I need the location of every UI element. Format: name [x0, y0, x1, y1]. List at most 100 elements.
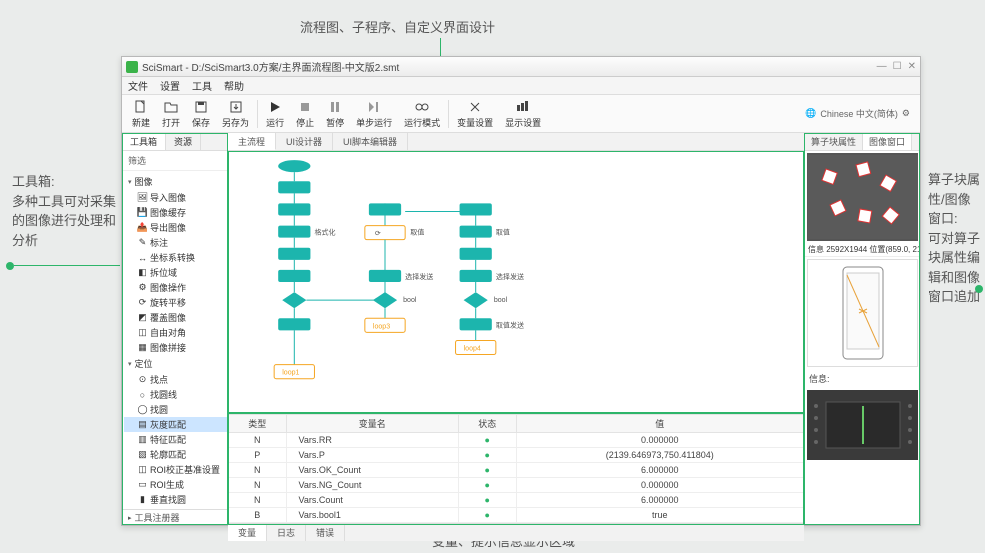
- minimize-button[interactable]: —: [877, 61, 887, 72]
- menubar: 文件 设置 工具 帮助: [122, 77, 920, 95]
- tree-item-label: 拆位域: [150, 266, 177, 279]
- tree-item[interactable]: ▧轮廓匹配: [124, 447, 227, 462]
- table-row[interactable]: BVars.bool1●true: [229, 508, 804, 523]
- tree-item-icon: ◫: [138, 328, 147, 337]
- tool-register[interactable]: 工具注册器: [122, 509, 227, 525]
- tree-item-label: 坐标系转换: [150, 251, 195, 264]
- svg-text:loop1: loop1: [282, 370, 299, 377]
- menu-settings[interactable]: 设置: [160, 78, 180, 93]
- tb-save[interactable]: 保存: [186, 99, 216, 129]
- flowchart-canvas[interactable]: 格式化 loop1: [228, 151, 804, 413]
- callout-dot-right: [975, 285, 983, 293]
- table-row[interactable]: NVars.Count●6.000000: [229, 493, 804, 508]
- table-row[interactable]: PVars.P●(2139.646973,750.411804): [229, 448, 804, 463]
- settings-gear-icon[interactable]: ⚙: [902, 108, 910, 119]
- svg-text:bool: bool: [494, 297, 508, 304]
- tree-item[interactable]: 📤导出图像: [124, 220, 227, 235]
- tree-item[interactable]: ⟳旋转平移: [124, 295, 227, 310]
- titlebar[interactable]: SciSmart - D:/SciSmart3.0方案/主界面流程图-中文版2.…: [122, 57, 920, 77]
- tree-item-label: 特征匹配: [150, 433, 186, 446]
- tab-mainflow[interactable]: 主流程: [228, 133, 276, 150]
- lang-icon[interactable]: 🌐: [805, 108, 816, 119]
- tree-item-icon: ▥: [138, 435, 147, 444]
- callout-dot-left: [6, 262, 14, 270]
- tree-section[interactable]: 定位: [124, 355, 227, 372]
- tb-stop[interactable]: 停止: [290, 99, 320, 129]
- tb-mode[interactable]: 运行模式: [398, 99, 446, 129]
- tab-operator-props[interactable]: 算子块属性: [805, 133, 863, 150]
- tree-item[interactable]: ▤灰度匹配: [124, 417, 227, 432]
- tab-resources[interactable]: 资源: [166, 133, 201, 150]
- tree-item[interactable]: ◫ROI校正基准设置: [124, 462, 227, 477]
- tb-open[interactable]: 打开: [156, 99, 186, 129]
- tab-error[interactable]: 错误: [306, 524, 345, 541]
- tree-item-label: 标注: [150, 236, 168, 249]
- tb-var[interactable]: 变量设置: [451, 99, 499, 129]
- variable-panel: 类型 变量名 状态 值 NVars.RR●0.000000PVars.P●(21…: [228, 413, 804, 525]
- tree-item-label: 垂直找圆: [150, 493, 186, 506]
- tb-pause[interactable]: 暂停: [320, 99, 350, 129]
- toolbox-tree[interactable]: 图像🖼导入图像💾图像缓存📤导出图像✎标注↔坐标系转换◧拆位域⚙图像操作⟳旋转平移…: [122, 171, 227, 509]
- tree-item[interactable]: ↔坐标系转换: [124, 250, 227, 265]
- menu-tools[interactable]: 工具: [192, 78, 212, 93]
- window-title: SciSmart - D:/SciSmart3.0方案/主界面流程图-中文版2.…: [142, 59, 399, 74]
- tb-run[interactable]: 运行: [260, 99, 290, 129]
- tree-item-icon: 🖼: [138, 193, 147, 202]
- tree-item[interactable]: ◫自由对角: [124, 325, 227, 340]
- image-preview-1[interactable]: [807, 153, 918, 241]
- tree-item[interactable]: ◯找圆: [124, 402, 227, 417]
- tab-log[interactable]: 日志: [267, 524, 306, 541]
- tb-saveas[interactable]: 另存为: [216, 99, 255, 129]
- tree-item[interactable]: ◧拆位域: [124, 265, 227, 280]
- tree-item[interactable]: 🖼导入图像: [124, 190, 227, 205]
- image-preview-2[interactable]: [807, 259, 918, 367]
- tree-item[interactable]: ▮垂直找圆: [124, 492, 227, 507]
- tree-item[interactable]: ⚙图像操作: [124, 280, 227, 295]
- tb-disp[interactable]: 显示设置: [499, 99, 547, 129]
- menu-file[interactable]: 文件: [128, 78, 148, 93]
- svg-text:选择发送: 选择发送: [405, 272, 433, 281]
- menu-help[interactable]: 帮助: [224, 78, 244, 93]
- tree-item-label: 找圆: [150, 403, 168, 416]
- maximize-button[interactable]: ☐: [893, 61, 902, 72]
- tree-item-icon: ◫: [138, 465, 147, 474]
- tab-toolbox[interactable]: 工具箱: [122, 133, 166, 150]
- tab-uidesigner[interactable]: UI设计器: [276, 133, 333, 150]
- tb-sep-1: [257, 100, 258, 128]
- tab-image-window[interactable]: 图像窗口: [863, 133, 912, 150]
- tree-item[interactable]: ✎标注: [124, 235, 227, 250]
- tb-step[interactable]: 单步运行: [350, 99, 398, 129]
- tree-item-label: ROI校正基准设置: [150, 463, 220, 476]
- tree-item[interactable]: ◩覆盖图像: [124, 310, 227, 325]
- tree-item[interactable]: ▭ROI生成: [124, 477, 227, 492]
- tree-item-icon: 📤: [138, 223, 147, 232]
- right-panel: 算子块属性 图像窗口 信息 2592X1944 位置(859.0, 211.0)…: [804, 133, 920, 525]
- tree-item[interactable]: 💾图像缓存: [124, 205, 227, 220]
- tree-item[interactable]: ▥特征匹配: [124, 432, 227, 447]
- table-row[interactable]: NVars.RR●0.000000: [229, 433, 804, 448]
- tree-item-icon: ▮: [138, 495, 147, 504]
- table-row[interactable]: NVars.OK_Count●6.000000: [229, 463, 804, 478]
- tree-item-icon: ▭: [138, 480, 147, 489]
- tree-item[interactable]: ⊙找点: [124, 372, 227, 387]
- image-preview-3[interactable]: [807, 390, 918, 460]
- tree-item[interactable]: ○找圆线: [124, 387, 227, 402]
- center-panel: 主流程 UI设计器 UI脚本编辑器 格式化: [228, 133, 804, 525]
- tab-scripteditor[interactable]: UI脚本编辑器: [333, 133, 408, 150]
- tb-new[interactable]: 新建: [126, 99, 156, 129]
- toolbox-search[interactable]: 筛选: [122, 151, 227, 171]
- tree-item-label: 旋转平移: [150, 296, 186, 309]
- callout-left: 工具箱: 多种工具可对采集的图像进行处理和分析: [12, 172, 117, 250]
- tree-item-label: 轮廓匹配: [150, 448, 186, 461]
- lang-label[interactable]: Chinese 中文(简体): [820, 107, 898, 120]
- tree-item-icon: ▦: [138, 343, 147, 352]
- tree-item[interactable]: ▦图像拼接: [124, 340, 227, 355]
- tree-section[interactable]: 图像: [124, 173, 227, 190]
- tree-item-icon: ✎: [138, 238, 147, 247]
- variable-table[interactable]: 类型 变量名 状态 值 NVars.RR●0.000000PVars.P●(21…: [228, 414, 804, 523]
- table-row[interactable]: NVars.NG_Count●0.000000: [229, 478, 804, 493]
- tree-item-icon: ◯: [138, 405, 147, 414]
- close-button[interactable]: ✕: [908, 61, 916, 72]
- tab-variables[interactable]: 变量: [228, 524, 267, 541]
- svg-text:取值: 取值: [496, 228, 510, 237]
